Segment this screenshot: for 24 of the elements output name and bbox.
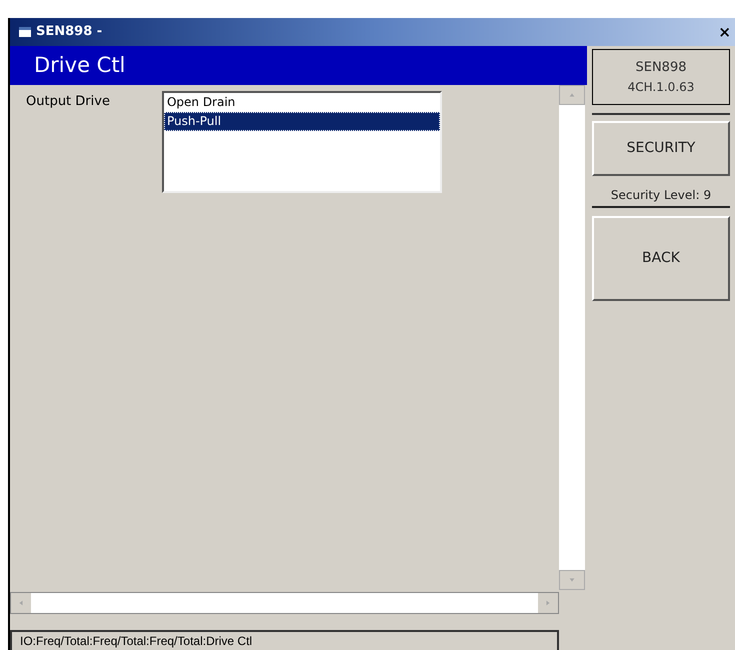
vertical-scrollbar[interactable]: [559, 85, 585, 590]
scroll-down-button[interactable]: [559, 570, 585, 590]
security-level: Security Level: 9: [592, 186, 730, 208]
list-item[interactable]: Open Drain: [164, 93, 440, 112]
window-title: SEN898 -: [36, 23, 102, 42]
security-button[interactable]: SECURITY: [592, 121, 730, 176]
field-label: Output Drive: [26, 93, 110, 111]
horizontal-scrollbar[interactable]: [10, 592, 559, 614]
scroll-up-button[interactable]: [559, 85, 585, 105]
left-arrow-icon: [17, 599, 25, 607]
down-arrow-icon: [568, 576, 576, 584]
scroll-right-button[interactable]: [538, 593, 558, 613]
up-arrow-icon: [568, 91, 576, 99]
window-icon: [18, 26, 32, 38]
back-button[interactable]: BACK: [592, 216, 730, 301]
status-text: IO:Freq/Total:Freq/Total:Freq/Total:Drive Ctl: [20, 633, 252, 650]
list-box[interactable]: Open Drain Push-Pull: [162, 91, 442, 193]
scroll-left-button[interactable]: [11, 593, 31, 613]
device-version: 4CH.1.0.63: [628, 78, 694, 96]
close-button[interactable]: ×: [714, 24, 735, 40]
page-title: Drive Ctl: [34, 52, 126, 79]
list-item[interactable]: Push-Pull: [164, 112, 440, 131]
device-name: SEN898: [635, 59, 686, 78]
right-arrow-icon: [544, 599, 552, 607]
